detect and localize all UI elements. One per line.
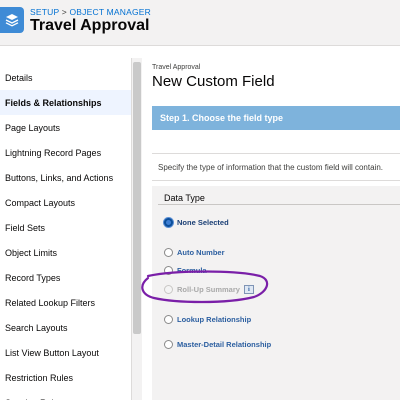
option-master-detail-relationship[interactable]: Master-Detail Relationship (164, 340, 271, 349)
sidebar-item-page-layouts[interactable]: Page Layouts (0, 115, 131, 140)
info-icon[interactable]: i (243, 285, 254, 294)
option-label: Lookup Relationship (177, 315, 252, 324)
section-divider (158, 204, 400, 205)
option-lookup-relationship[interactable]: Lookup Relationship (164, 315, 251, 324)
option-label: Master-Detail Relationship (177, 340, 272, 349)
breadcrumb: SETUP > OBJECT MANAGER (30, 7, 151, 17)
radio-roll-up-summary (164, 285, 173, 294)
breadcrumb-object-manager-link[interactable]: OBJECT MANAGER (69, 7, 151, 17)
sidebar-item-details[interactable]: Details (0, 65, 131, 90)
breadcrumb-separator: > (59, 7, 70, 17)
sidebar-item-lightning-record-pages[interactable]: Lightning Record Pages (0, 140, 131, 165)
radio-master-detail-relationship[interactable] (164, 340, 173, 349)
option-roll-up-summary: Roll-Up Summary i (164, 285, 254, 294)
option-label: None Selected (177, 218, 229, 227)
option-label: Roll-Up Summary (177, 285, 240, 294)
step-header: Step 1. Choose the field type (152, 106, 400, 130)
divider (152, 180, 400, 181)
sidebar-item-record-types[interactable]: Record Types (0, 265, 131, 290)
sidebar-item-compact-layouts[interactable]: Compact Layouts (0, 190, 131, 215)
option-auto-number[interactable]: Auto Number (164, 248, 225, 257)
radio-auto-number[interactable] (164, 248, 173, 257)
section-title: Data Type (164, 193, 205, 203)
step-description: Specify the type of information that the… (158, 163, 384, 172)
sidebar-scrollbar-thumb[interactable] (133, 62, 141, 334)
object-manager-sidebar: Details Fields & Relationships Page Layo… (0, 58, 132, 400)
option-formula[interactable]: Formula (164, 266, 207, 275)
sidebar-item-buttons-links-actions[interactable]: Buttons, Links, and Actions (0, 165, 131, 190)
sidebar-item-related-lookup-filters[interactable]: Related Lookup Filters (0, 290, 131, 315)
object-label: Travel Approval (152, 64, 201, 71)
radio-none-selected[interactable] (164, 218, 173, 227)
breadcrumb-setup-link[interactable]: SETUP (30, 7, 59, 17)
radio-formula[interactable] (164, 266, 173, 275)
object-title: Travel Approval (30, 17, 150, 34)
setup-header: SETUP > OBJECT MANAGER Travel Approval (0, 0, 400, 46)
sidebar-item-field-sets[interactable]: Field Sets (0, 215, 131, 240)
sidebar-item-fields-relationships[interactable]: Fields & Relationships (0, 90, 131, 115)
sidebar-item-restriction-rules[interactable]: Restriction Rules (0, 365, 131, 390)
sidebar-item-object-limits[interactable]: Object Limits (0, 240, 131, 265)
option-label: Formula (177, 266, 207, 275)
sidebar-item-search-layouts[interactable]: Search Layouts (0, 315, 131, 340)
layers-icon (0, 7, 24, 33)
sidebar-item-list-view-button-layout[interactable]: List View Button Layout (0, 340, 131, 365)
sidebar-item-scoping-rules[interactable]: Scoping Rules (0, 390, 131, 400)
option-label: Auto Number (177, 248, 225, 257)
option-none-selected[interactable]: None Selected (164, 218, 229, 227)
radio-lookup-relationship[interactable] (164, 315, 173, 324)
step-toolbar (152, 130, 400, 154)
page-title: New Custom Field (152, 73, 275, 90)
